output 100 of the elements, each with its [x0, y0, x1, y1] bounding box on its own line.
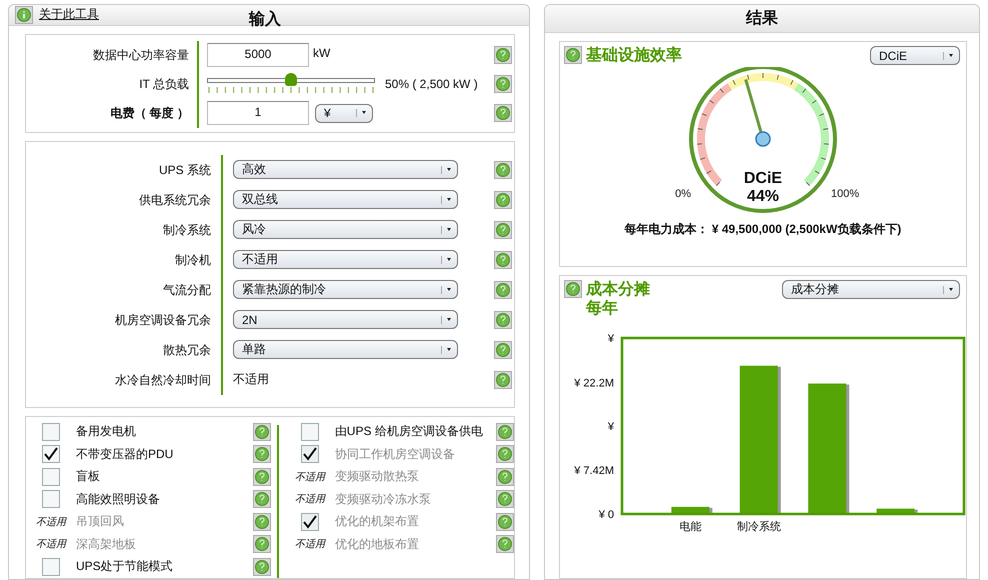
- help-icon[interactable]: [494, 280, 512, 298]
- checkbox[interactable]: [42, 558, 60, 576]
- axis-tick-label: ¥ 7.42M: [574, 465, 614, 477]
- input-field[interactable]: 5000: [207, 43, 309, 67]
- checkbox[interactable]: [300, 422, 319, 441]
- help-icon[interactable]: [494, 250, 512, 268]
- help-icon[interactable]: [252, 468, 271, 486]
- option-label: 备用发电机: [76, 423, 137, 440]
- axis-tick-label: ¥: [608, 421, 614, 433]
- help-icon[interactable]: [252, 422, 271, 441]
- currency-dropdown[interactable]: ¥: [315, 104, 373, 122]
- help-icon[interactable]: [252, 558, 271, 576]
- option-label: 变频驱动冷冻水泵: [334, 490, 432, 508]
- checkbox[interactable]: [42, 468, 60, 486]
- card-title: 基础设施效率: [586, 46, 682, 65]
- status-label: 不适用: [36, 538, 66, 552]
- help-icon[interactable]: [496, 512, 514, 531]
- help-icon[interactable]: [494, 46, 512, 64]
- info-icon[interactable]: [15, 6, 33, 24]
- help-icon[interactable]: [564, 46, 582, 64]
- dropdown[interactable]: 不适用: [233, 250, 458, 269]
- dropdown[interactable]: 高效: [233, 160, 458, 179]
- checkbox[interactable]: [42, 490, 60, 508]
- status-label: 不适用: [36, 516, 66, 529]
- unit-label: kW: [313, 46, 330, 60]
- gauge-min-label: 0%: [675, 188, 691, 200]
- cost-dropdown[interactable]: 成本分摊: [782, 280, 960, 299]
- option-label: 优化的地板布置: [334, 536, 420, 553]
- help-icon[interactable]: [252, 445, 271, 464]
- option-label: 由UPS 给机房空调设备供电: [334, 423, 484, 440]
- help-icon[interactable]: [496, 535, 514, 554]
- checkbox[interactable]: [42, 445, 60, 464]
- help-icon[interactable]: [496, 490, 514, 508]
- field-label: 供电系统冗余: [26, 184, 223, 214]
- status-label: 不适用: [294, 538, 325, 552]
- option-label: 深高架地板: [76, 536, 137, 553]
- annual-cost-text: 每年电力成本： ¥ 49,500,000 (2,500kW负载条件下): [624, 221, 902, 238]
- help-icon[interactable]: [494, 370, 512, 388]
- dropdown[interactable]: 紧靠热源的制冷: [233, 280, 458, 299]
- help-icon[interactable]: [252, 535, 271, 554]
- help-icon[interactable]: [494, 190, 512, 208]
- option-label: 盲板: [76, 468, 101, 486]
- field-label: 水冷自然冷却时间: [26, 364, 223, 394]
- option-label: UPS处于节能模式: [76, 558, 174, 576]
- panel-title: 结果: [746, 8, 778, 29]
- field-value: 不适用: [233, 372, 269, 386]
- option-label: 吊顶回风: [76, 513, 125, 530]
- category-label: 制冷系统: [736, 521, 781, 533]
- slider[interactable]: [207, 73, 375, 95]
- help-icon[interactable]: [252, 512, 271, 531]
- bar: [876, 508, 918, 514]
- status-label: 不适用: [294, 470, 325, 484]
- input-field[interactable]: 1: [207, 101, 309, 125]
- field-label: 气流分配: [26, 274, 223, 304]
- card-subtitle: 每年: [586, 299, 619, 318]
- help-icon[interactable]: [496, 422, 514, 441]
- help-icon[interactable]: [494, 104, 512, 122]
- help-icon[interactable]: [494, 220, 512, 238]
- caret-icon[interactable]: [441, 194, 453, 204]
- caret-icon[interactable]: [441, 284, 453, 294]
- dropdown[interactable]: 风冷: [233, 220, 458, 239]
- help-icon[interactable]: [564, 280, 582, 298]
- caret-icon[interactable]: [441, 224, 453, 234]
- dropdown[interactable]: 2N: [233, 310, 458, 329]
- field-label: 散热冗余: [26, 334, 223, 364]
- help-icon[interactable]: [494, 160, 512, 178]
- caret-icon[interactable]: [943, 50, 955, 60]
- help-icon[interactable]: [496, 468, 514, 486]
- gauge-reading: 44%: [746, 188, 779, 205]
- caret-icon[interactable]: [441, 344, 453, 354]
- metric-dropdown[interactable]: DCiE: [870, 46, 960, 65]
- status-label: 不适用: [294, 492, 325, 506]
- axis-tick-label: ¥ 0: [598, 509, 614, 521]
- field-label: 制冷机: [26, 244, 223, 274]
- help-icon[interactable]: [496, 445, 514, 464]
- category-label: 电能: [679, 521, 702, 533]
- caret-icon[interactable]: [441, 314, 453, 324]
- caret-icon[interactable]: [441, 164, 453, 174]
- about-link[interactable]: 关于此工具: [39, 6, 99, 24]
- card-title: 成本分摊: [586, 280, 650, 299]
- option-label: 高能效照明设备: [76, 490, 161, 508]
- caret-icon[interactable]: [441, 254, 453, 264]
- field-label: UPS 系统: [26, 154, 223, 184]
- help-icon[interactable]: [494, 75, 512, 93]
- caret-icon[interactable]: [943, 284, 955, 294]
- field-label: 机房空调设备冗余: [26, 304, 223, 334]
- field-label: 制冷系统: [26, 214, 223, 244]
- axis-tick-label: ¥ 22.2M: [574, 377, 614, 390]
- checkbox[interactable]: [42, 422, 60, 441]
- caret-icon[interactable]: [356, 108, 368, 118]
- panel-title: 输入: [249, 9, 281, 30]
- slider-thumb[interactable]: [285, 73, 297, 86]
- dropdown[interactable]: 单路: [233, 340, 458, 359]
- option-label: 变频驱动散热泵: [334, 468, 420, 486]
- gauge-max-label: 100%: [830, 188, 860, 200]
- dropdown[interactable]: 双总线: [233, 190, 458, 209]
- help-icon[interactable]: [252, 490, 271, 508]
- option-label: 优化的机架布置: [334, 513, 420, 530]
- help-icon[interactable]: [494, 310, 512, 328]
- help-icon[interactable]: [494, 340, 512, 358]
